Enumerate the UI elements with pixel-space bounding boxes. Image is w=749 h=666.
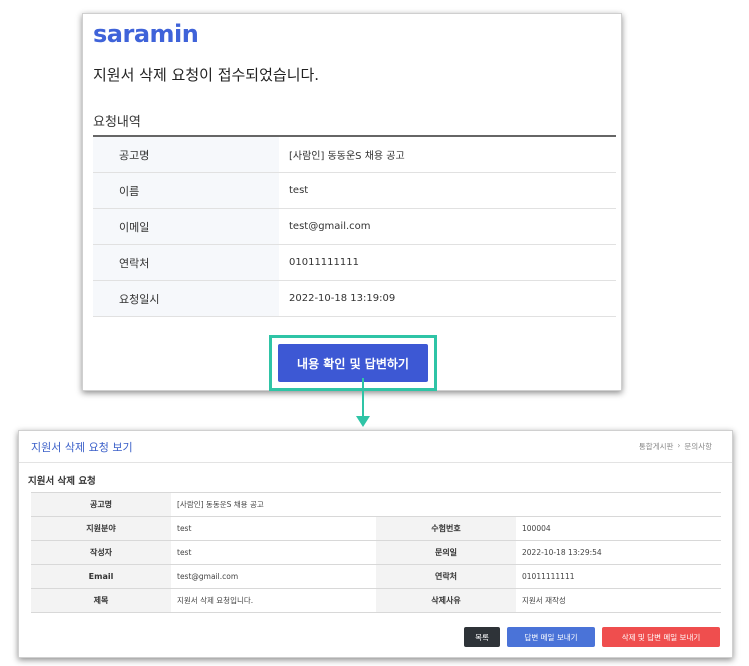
breadcrumb: 통합게시판 › 문의사항	[639, 441, 712, 452]
request-row-posting: 공고명 [사람인] 동동운S 채용 공고	[93, 137, 616, 173]
detail-label: 공고명	[31, 493, 171, 516]
detail-label: 지원분야	[31, 517, 171, 540]
request-row-phone: 연락처 01011111111	[93, 245, 616, 281]
email-notification-card: saramin 지원서 삭제 요청이 접수되었습니다. 요청내역 공고명 [사람…	[82, 13, 622, 391]
check-and-reply-button[interactable]: 내용 확인 및 답변하기	[278, 344, 428, 382]
detail-value: 01011111111	[522, 572, 575, 581]
email-headline: 지원서 삭제 요청이 접수되었습니다.	[93, 66, 320, 84]
admin-page-title: 지원서 삭제 요청 보기	[31, 441, 133, 454]
detail-section-title: 지원서 삭제 요청	[28, 476, 96, 487]
request-label: 연락처	[93, 245, 279, 280]
request-value: 2022-10-18 13:19:09	[289, 293, 396, 304]
saramin-logo: saramin	[93, 20, 199, 48]
admin-panel-header: 지원서 삭제 요청 보기 통합게시판 › 문의사항	[19, 431, 732, 463]
request-label: 요청일시	[93, 281, 279, 316]
detail-label: 삭제사유	[376, 589, 516, 612]
detail-table: 공고명 [사람인] 동동운S 채용 공고 지원분야 test 수험번호 1000…	[31, 492, 721, 613]
request-value: test	[289, 185, 309, 196]
detail-value: 100004	[522, 524, 551, 533]
request-label: 이름	[93, 173, 279, 208]
request-row-name: 이름 test	[93, 173, 616, 209]
request-details-table: 공고명 [사람인] 동동운S 채용 공고 이름 test 이메일 test@gm…	[93, 137, 616, 317]
detail-value: 지원서 재작성	[522, 596, 566, 605]
flow-arrow-line	[362, 378, 364, 418]
detail-label: 제목	[31, 589, 171, 612]
breadcrumb-board-link[interactable]: 통합게시판	[639, 441, 674, 452]
table-row: 작성자 test 문의일 2022-10-18 13:29:54	[31, 541, 721, 565]
detail-value: [사람인] 동동운S 채용 공고	[177, 500, 264, 509]
breadcrumb-separator-icon: ›	[677, 441, 681, 450]
request-label: 공고명	[93, 137, 279, 172]
detail-value: test	[177, 548, 192, 557]
request-value: 01011111111	[289, 257, 359, 268]
table-row: Email test@gmail.com 연락처 01011111111	[31, 565, 721, 589]
detail-label: 연락처	[376, 565, 516, 588]
request-row-datetime: 요청일시 2022-10-18 13:19:09	[93, 281, 616, 317]
breadcrumb-inquiry-link[interactable]: 문의사항	[684, 441, 712, 452]
table-row: 공고명 [사람인] 동동운S 채용 공고	[31, 493, 721, 517]
detail-value: test	[177, 524, 192, 533]
list-button[interactable]: 목록	[464, 627, 500, 647]
detail-label: 수험번호	[376, 517, 516, 540]
send-reply-email-button[interactable]: 답변 메일 보내기	[507, 627, 595, 647]
detail-value: 2022-10-18 13:29:54	[522, 548, 602, 557]
detail-value: 지원서 삭제 요청입니다.	[177, 596, 254, 605]
request-value: test@gmail.com	[289, 221, 371, 232]
request-row-email: 이메일 test@gmail.com	[93, 209, 616, 245]
admin-detail-panel: 지원서 삭제 요청 보기 통합게시판 › 문의사항 지원서 삭제 요청 공고명 …	[18, 430, 733, 658]
request-value: [사람인] 동동운S 채용 공고	[289, 151, 405, 162]
action-buttons: 목록 답변 메일 보내기 삭제 및 답변 메일 보내기	[464, 627, 720, 647]
detail-label: 작성자	[31, 541, 171, 564]
flow-arrow-head-icon	[356, 416, 370, 427]
request-section-title: 요청내역	[93, 115, 141, 130]
detail-value: test@gmail.com	[177, 572, 239, 581]
delete-and-reply-button[interactable]: 삭제 및 답변 메일 보내기	[602, 627, 720, 647]
cta-highlight-box: 내용 확인 및 답변하기	[269, 335, 437, 391]
table-row: 제목 지원서 삭제 요청입니다. 삭제사유 지원서 재작성	[31, 589, 721, 613]
request-label: 이메일	[93, 209, 279, 244]
detail-label: 문의일	[376, 541, 516, 564]
table-row: 지원분야 test 수험번호 100004	[31, 517, 721, 541]
detail-label: Email	[31, 565, 171, 588]
